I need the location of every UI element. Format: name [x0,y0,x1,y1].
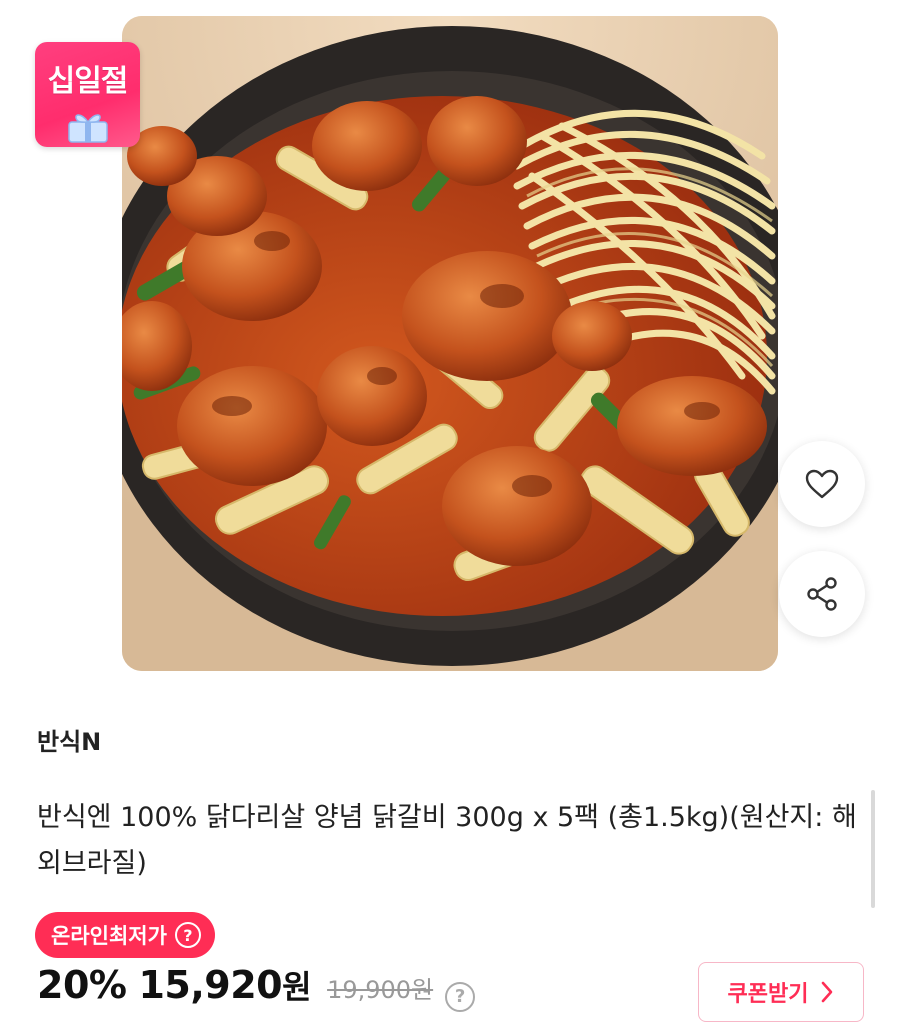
product-detail-page: 십일절 반식N 반식엔 100% 닭다리살 양념 닭갈비 300g x 5팩 (… [0,0,900,1028]
product-title: 반식엔 100% 닭다리살 양념 닭갈비 300g x 5팩 (총1.5kg)(… [37,802,857,879]
share-icon [807,577,837,611]
lowest-price-label: 온라인최저가 [51,924,167,948]
coupon-button[interactable]: 쿠폰받기 [698,962,864,1022]
share-button[interactable] [779,551,865,637]
product-photo [122,16,778,671]
price-row: 20% 15,920원 19,900원 ? [37,962,476,1012]
lowest-price-badge[interactable]: 온라인최저가 ? [35,912,215,958]
original-price: 19,900원 [327,976,434,1004]
help-icon: ? [174,922,201,948]
discount-rate: 20% [37,963,127,1007]
product-image[interactable] [122,16,778,671]
coupon-button-label: 쿠폰받기 [727,982,809,1007]
sale-price: 15,920원 [138,962,311,1008]
gift-icon [68,114,108,143]
currency-unit: 원 [282,968,312,1006]
price-help-icon[interactable]: ? [445,981,476,1012]
scrollbar[interactable] [871,790,875,908]
like-button[interactable] [779,441,865,527]
chevron-right-icon [822,981,833,1003]
event-badge: 십일절 [35,42,140,147]
heart-icon [805,469,839,499]
sale-price-amount: 15,920 [138,963,283,1007]
brand-name[interactable]: 반식N [37,722,101,757]
event-badge-label: 십일절 [47,64,129,99]
